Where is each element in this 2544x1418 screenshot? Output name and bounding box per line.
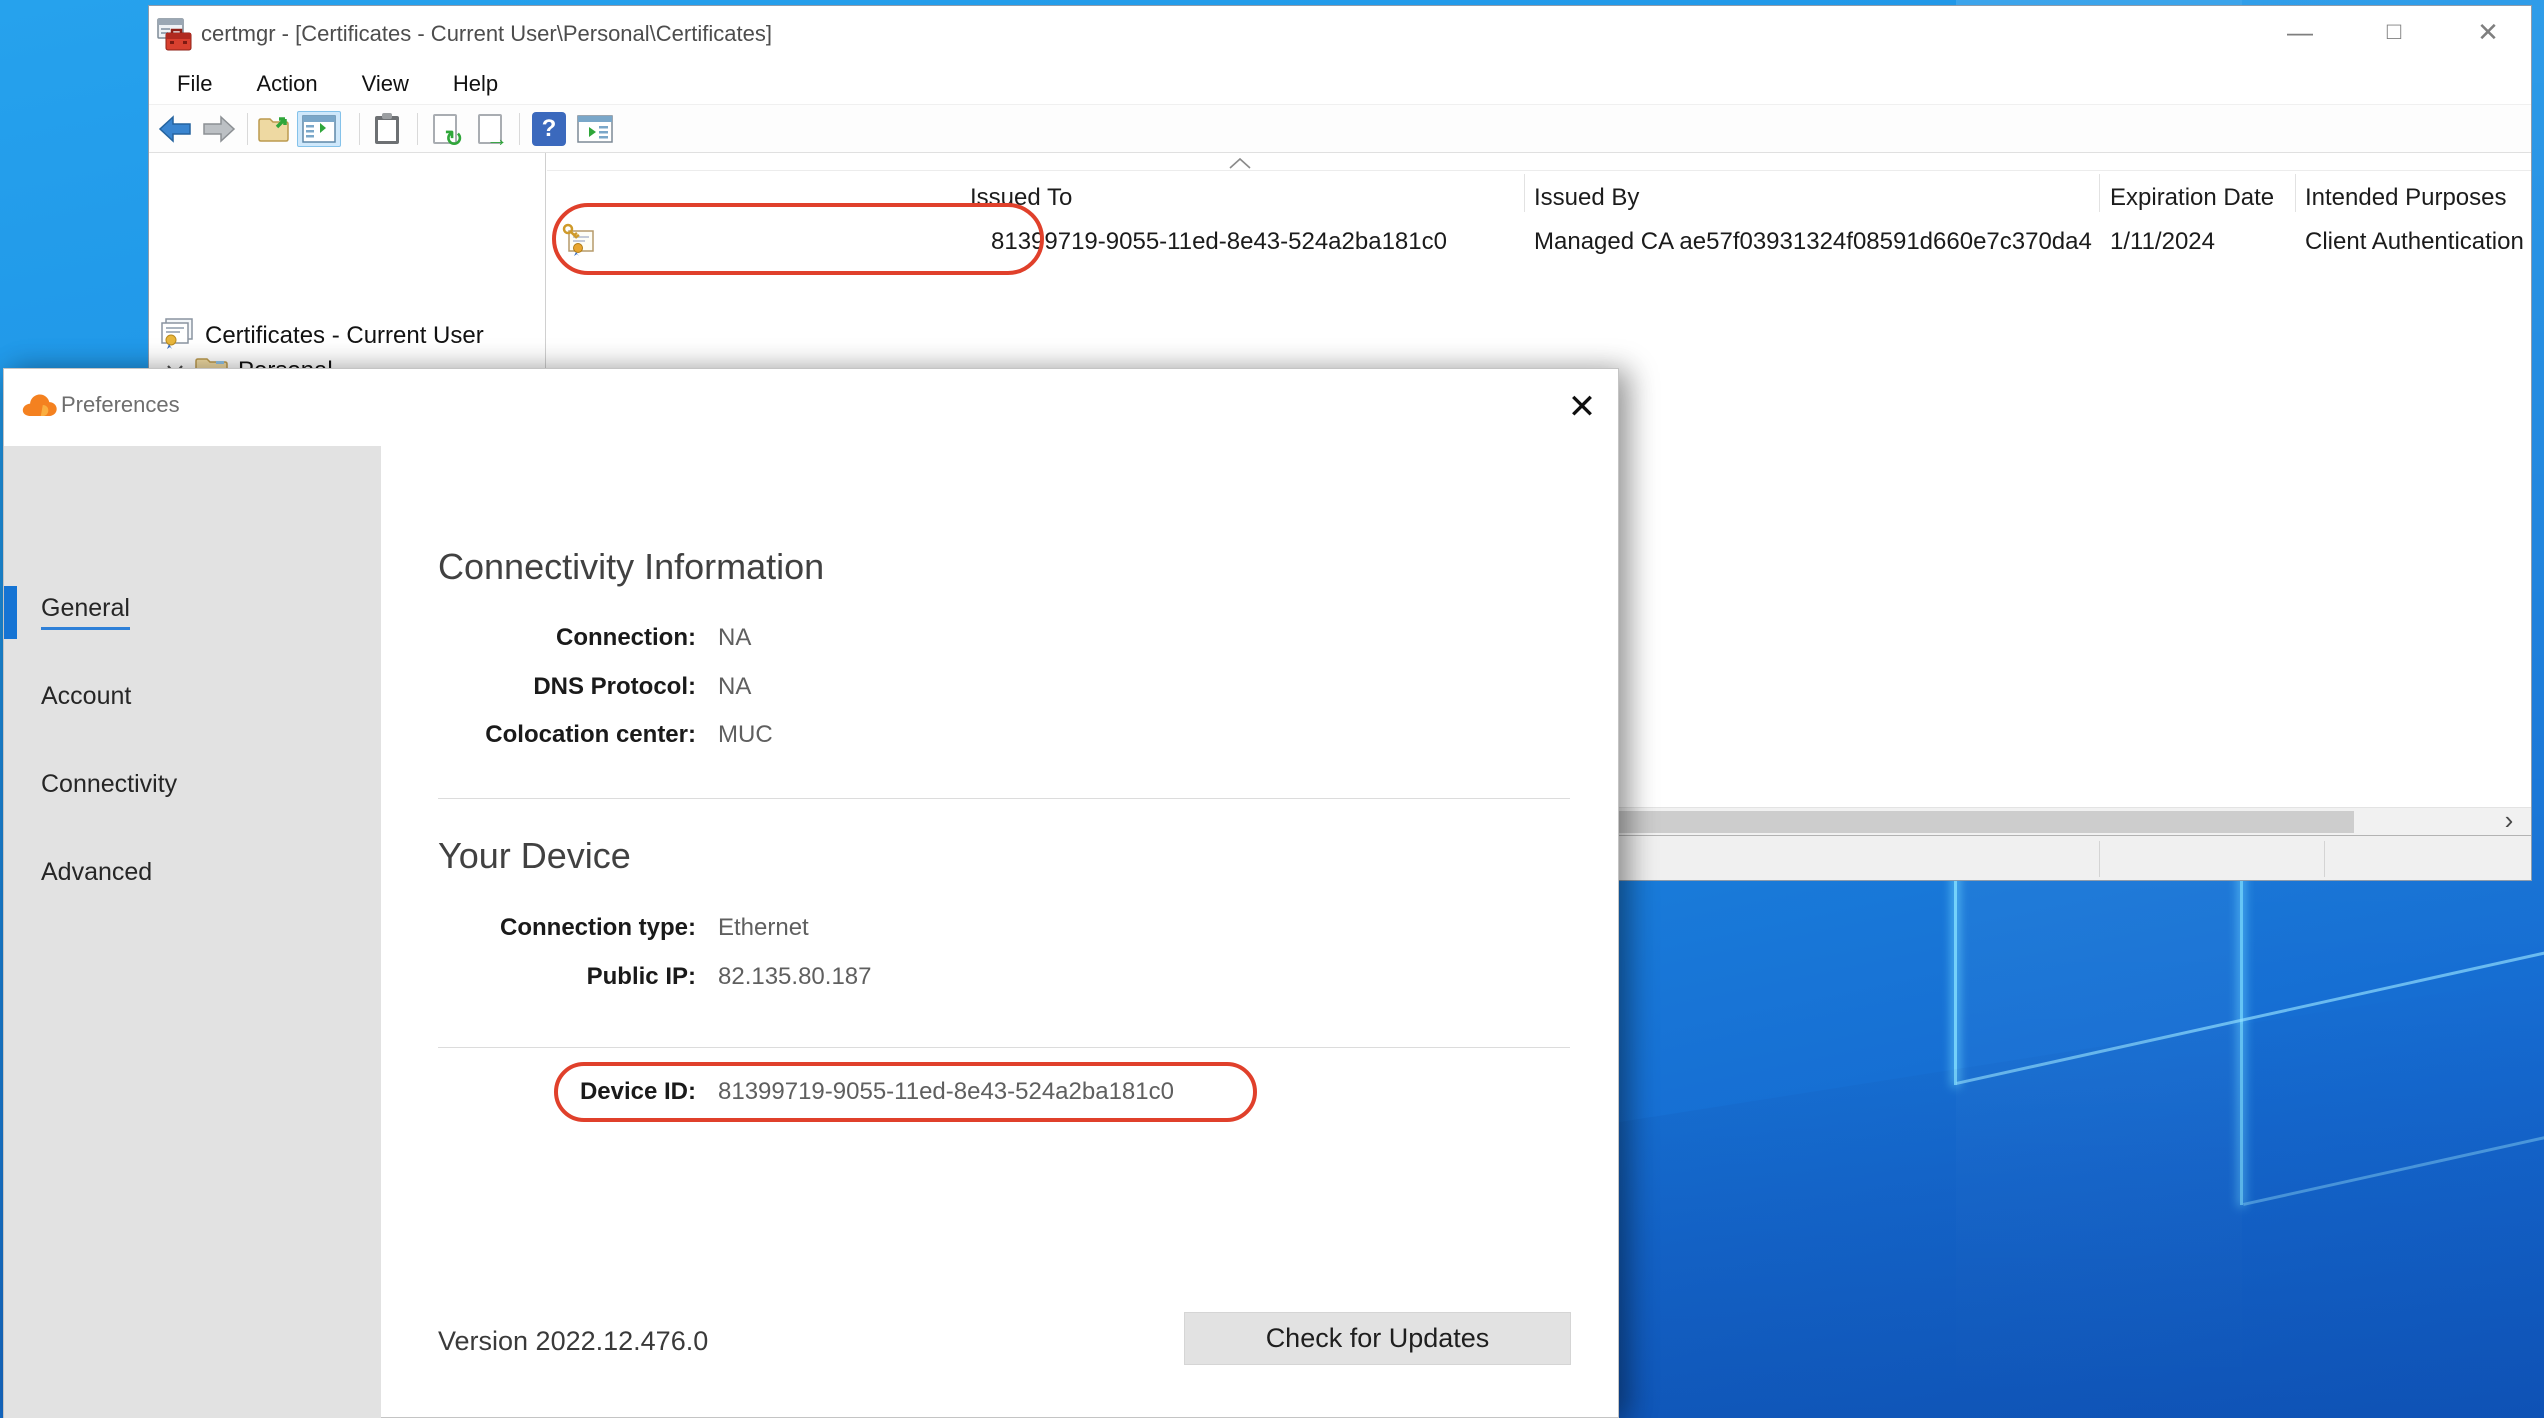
- refresh-button[interactable]: ↻: [427, 111, 463, 147]
- export-arrow-icon: →: [486, 128, 508, 150]
- column-separator[interactable]: [2295, 174, 2296, 212]
- menu-bar: File Action View Help: [149, 63, 2531, 105]
- field-label-connection-type: Connection type:: [438, 914, 696, 942]
- toolbar-separator: [519, 113, 520, 145]
- field-value-connection: NA: [718, 624, 751, 652]
- console-tree-button[interactable]: [297, 111, 341, 147]
- toolbar: ↻ → ?: [149, 105, 2531, 153]
- field-label-public-ip: Public IP:: [438, 963, 696, 991]
- sidebar-item-label: General: [41, 594, 130, 630]
- column-separator[interactable]: [2099, 174, 2100, 212]
- title-bar[interactable]: certmgr - [Certificates - Current User\P…: [149, 6, 2531, 63]
- active-tab-accent-bar: [4, 586, 17, 639]
- dialog-close-button[interactable]: ✕: [1556, 381, 1608, 433]
- cell-issued-to[interactable]: 81399719-9055-11ed-8e43-524a2ba181c0: [991, 228, 1447, 256]
- section-heading-connectivity: Connectivity Information: [438, 546, 824, 588]
- column-header-issued-by[interactable]: Issued By: [1534, 184, 1639, 212]
- annotation-ellipse-certificate-row: [552, 203, 1044, 275]
- field-label-dns-protocol: DNS Protocol:: [438, 673, 696, 701]
- field-value-dns-protocol: NA: [718, 673, 751, 701]
- field-value-colocation-center: MUC: [718, 721, 773, 749]
- version-text: Version 2022.12.476.0: [438, 1326, 708, 1357]
- cell-expiration-date[interactable]: 1/11/2024: [2110, 228, 2215, 256]
- statusbar-separator: [2324, 841, 2325, 877]
- help-icon: ?: [532, 112, 566, 146]
- sidebar-item-advanced[interactable]: Advanced: [41, 858, 152, 887]
- sidebar-item-account[interactable]: Account: [41, 682, 131, 711]
- column-separator[interactable]: [1524, 174, 1525, 212]
- preferences-header: Preferences ✕: [4, 369, 1618, 446]
- cloudflare-cloud-icon: [14, 391, 58, 424]
- toolbar-separator: [359, 113, 360, 145]
- scrollbar-right-arrow[interactable]: ›: [2495, 807, 2523, 835]
- preferences-dialog: Preferences ✕ General Account Connectivi…: [3, 368, 1619, 1418]
- cell-issued-by[interactable]: Managed CA ae57f03931324f08591d660e7c370…: [1534, 228, 2092, 256]
- new-window-button[interactable]: [577, 111, 613, 147]
- minimize-button[interactable]: —: [2267, 10, 2333, 54]
- certmgr-app-icon: [157, 17, 193, 53]
- sidebar-item-label: Connectivity: [41, 770, 177, 798]
- dialog-title: Preferences: [61, 392, 180, 418]
- menu-view[interactable]: View: [340, 71, 431, 97]
- section-heading-your-device: Your Device: [438, 835, 631, 877]
- cell-intended-purposes[interactable]: Client Authentication: [2305, 228, 2524, 256]
- check-for-updates-button[interactable]: Check for Updates: [1184, 1312, 1571, 1365]
- field-label-colocation-center: Colocation center:: [438, 721, 696, 749]
- menu-action[interactable]: Action: [234, 71, 339, 97]
- clipboard-button[interactable]: [369, 111, 405, 147]
- sidebar-item-label: Advanced: [41, 858, 152, 886]
- menu-file[interactable]: File: [155, 71, 234, 97]
- close-button[interactable]: ✕: [2455, 10, 2521, 54]
- refresh-icon: ↻: [445, 128, 463, 150]
- section-divider: [438, 1047, 1570, 1048]
- statusbar-separator: [2099, 841, 2100, 877]
- forward-button[interactable]: [201, 111, 237, 147]
- certificate-store-icon: [159, 317, 197, 356]
- column-header-expiration-date[interactable]: Expiration Date: [2110, 184, 2274, 212]
- export-list-button[interactable]: →: [472, 111, 508, 147]
- screen: certmgr - [Certificates - Current User\P…: [0, 0, 2544, 1418]
- field-value-connection-type: Ethernet: [718, 914, 809, 942]
- header-top-line: [547, 170, 2531, 171]
- menu-help[interactable]: Help: [431, 71, 520, 97]
- tree-item-label: Certificates - Current User: [205, 322, 484, 350]
- column-header-intended-purposes[interactable]: Intended Purposes: [2305, 184, 2506, 212]
- sort-ascending-icon: [1228, 157, 1252, 175]
- section-divider: [438, 798, 1570, 799]
- toolbar-separator: [417, 113, 418, 145]
- back-button[interactable]: [157, 111, 193, 147]
- window-title: certmgr - [Certificates - Current User\P…: [201, 21, 772, 47]
- wallpaper-glow-line: [1954, 870, 1957, 1085]
- help-button[interactable]: ?: [531, 111, 567, 147]
- preferences-sidebar: General Account Connectivity Advanced: [4, 446, 381, 1418]
- toolbar-separator: [247, 113, 248, 145]
- sidebar-item-connectivity[interactable]: Connectivity: [41, 770, 177, 799]
- export-folder-button[interactable]: [257, 111, 293, 147]
- maximize-button[interactable]: □: [2361, 10, 2427, 54]
- sidebar-item-label: Account: [41, 682, 131, 710]
- field-label-connection: Connection:: [438, 624, 696, 652]
- sidebar-item-general[interactable]: General: [41, 594, 130, 623]
- annotation-ellipse-device-id: [554, 1062, 1257, 1122]
- tree-item-certificates-current-user[interactable]: Certificates - Current User: [149, 318, 545, 354]
- field-value-public-ip: 82.135.80.187: [718, 963, 871, 991]
